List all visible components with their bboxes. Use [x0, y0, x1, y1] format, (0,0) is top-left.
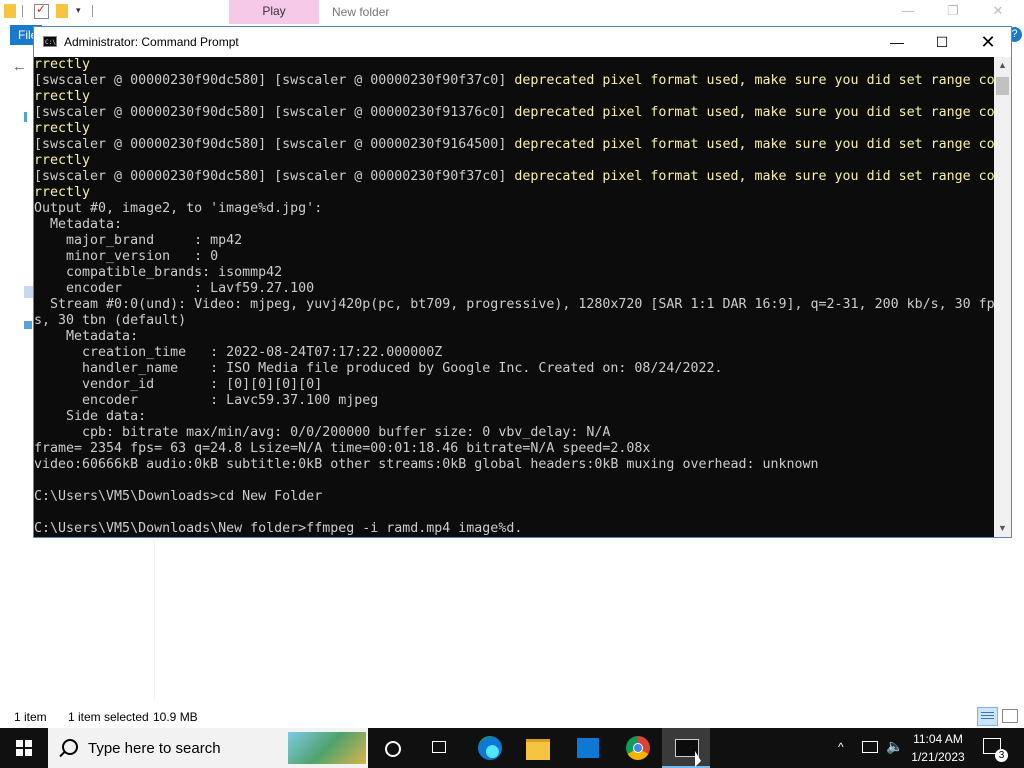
- console-line: rrectly: [34, 57, 91, 72]
- explorer-titlebar: ▾ Play New folder — ❐ ✕: [0, 0, 1024, 24]
- command-prompt-window[interactable]: C:\ Administrator: Command Prompt — ☐ ✕ …: [33, 26, 1012, 538]
- taskbar-clock[interactable]: 11:04 AM 1/21/2023: [906, 730, 970, 766]
- console-line: encoder : Lavc59.37.100 mjpeg: [34, 393, 379, 408]
- taskbar-search-box[interactable]: Type here to search: [48, 728, 368, 768]
- toolbar-separator: [22, 5, 23, 17]
- windows-logo-icon: [16, 740, 32, 756]
- task-view-icon: [432, 741, 446, 753]
- cmd-close-button[interactable]: ✕: [965, 27, 1011, 57]
- cmd-title: Administrator: Command Prompt: [64, 35, 239, 49]
- scroll-down-arrow-icon[interactable]: ▼: [994, 520, 1011, 537]
- new-folder-icon[interactable]: [56, 4, 68, 18]
- console-line: Stream #0:0(und): Video: mjpeg, yuvj420p…: [34, 297, 994, 312]
- cortana-icon: [385, 741, 401, 757]
- search-placeholder: Type here to search: [88, 740, 221, 757]
- nav-pane-divider: [154, 540, 155, 700]
- status-item-count: 1 item: [14, 710, 47, 724]
- console-line: rrectly: [34, 121, 91, 136]
- cmd-console-output[interactable]: rrectly [swscaler @ 00000230f90dc580] [sw…: [34, 57, 994, 537]
- console-line: creation_time : 2022-08-24T07:17:22.0000…: [34, 345, 443, 360]
- explorer-minimize-button[interactable]: —: [893, 2, 923, 20]
- console-line: s, 30 tbn (default): [34, 313, 187, 328]
- console-line: rrectly: [34, 185, 91, 200]
- toolbar-separator: [92, 5, 93, 17]
- console-line: Metadata:: [34, 217, 123, 232]
- console-line: vendor_id : [0][0][0][0]: [34, 377, 323, 392]
- store-icon: [577, 738, 599, 758]
- explorer-title: New folder: [332, 5, 390, 19]
- cmd-vertical-scrollbar[interactable]: ▲ ▼: [994, 57, 1011, 537]
- search-icon: [62, 739, 78, 755]
- chrome-icon: [626, 736, 650, 760]
- scrollbar-thumb[interactable]: [996, 77, 1009, 95]
- network-icon[interactable]: [862, 741, 878, 753]
- ribbon-tab-play[interactable]: Play: [229, 0, 319, 24]
- store-taskbar-button[interactable]: [564, 728, 612, 768]
- console-line: handler_name : ISO Media file produced b…: [34, 361, 723, 376]
- chrome-taskbar-button[interactable]: [614, 728, 662, 768]
- cmd-maximize-button[interactable]: ☐: [919, 27, 965, 57]
- console-lines: rrectly [swscaler @ 00000230f90dc580] [sw…: [34, 57, 994, 537]
- mouse-cursor-icon: [695, 751, 701, 767]
- console-line: minor_version : 0: [34, 249, 219, 264]
- task-view-button[interactable]: [416, 728, 464, 768]
- properties-icon[interactable]: [34, 2, 49, 19]
- large-icons-view-icon[interactable]: [1002, 709, 1018, 723]
- explorer-close-button[interactable]: ✕: [983, 2, 1013, 20]
- cmd-minimize-button[interactable]: —: [874, 27, 920, 57]
- command-prompt-taskbar-button[interactable]: [662, 728, 710, 768]
- status-size: 10.9 MB: [153, 710, 198, 724]
- console-line: video:60666kB audio:0kB subtitle:0kB oth…: [34, 457, 819, 472]
- console-line: [swscaler @ 00000230f90dc580] [swscaler …: [34, 169, 994, 184]
- console-line: Side data:: [34, 409, 147, 424]
- edge-taskbar-button[interactable]: [466, 728, 514, 768]
- clock-date: 1/21/2023: [911, 750, 965, 764]
- console-line: C:\Users\VM5\Downloads>cd New Folder: [34, 489, 323, 504]
- command-prompt-icon[interactable]: C:\: [43, 36, 57, 47]
- customize-quick-access-icon[interactable]: ▾: [76, 5, 86, 15]
- console-line: C:\Users\VM5\Downloads\New folder>ffmpeg…: [34, 521, 523, 536]
- notification-count-badge: 3: [995, 749, 1008, 762]
- cmd-titlebar[interactable]: C:\ Administrator: Command Prompt — ☐ ✕: [34, 27, 1011, 57]
- volume-icon[interactable]: 🔈: [886, 738, 903, 755]
- console-line: [swscaler @ 00000230f90dc580] [swscaler …: [34, 105, 994, 120]
- console-line: frame= 2354 fps= 63 q=24.8 Lsize=N/A tim…: [34, 441, 651, 456]
- clock-time: 11:04 AM: [913, 732, 963, 746]
- show-hidden-icons-chevron-icon[interactable]: ^: [838, 740, 844, 754]
- console-line: rrectly: [34, 89, 91, 104]
- status-selected: 1 item selected: [68, 710, 149, 724]
- console-line: compatible_brands: isommp42: [34, 265, 283, 280]
- details-view-icon[interactable]: [977, 707, 998, 726]
- console-line: Output #0, image2, to 'image%d.jpg':: [34, 201, 323, 216]
- file-explorer-taskbar-button[interactable]: [514, 728, 562, 768]
- folder-icon[interactable]: [4, 4, 16, 18]
- explorer-restore-button[interactable]: ❐: [938, 2, 968, 20]
- scroll-up-arrow-icon[interactable]: ▲: [994, 57, 1011, 74]
- nav-pane-icon[interactable]: [24, 112, 27, 122]
- nav-pane-icon[interactable]: [24, 321, 32, 329]
- start-button[interactable]: [0, 728, 48, 768]
- console-line: [swscaler @ 00000230f90dc580] [swscaler …: [34, 73, 994, 88]
- explorer-status-bar: 1 item 1 item selected 10.9 MB: [0, 706, 1024, 728]
- console-line: major_brand : mp42: [34, 233, 243, 248]
- search-highlight-image[interactable]: [288, 732, 366, 764]
- file-explorer-icon: [526, 739, 550, 760]
- console-line: cpb: bitrate max/min/avg: 0/0/200000 buf…: [34, 425, 611, 440]
- console-line: encoder : Lavf59.27.100: [34, 281, 315, 296]
- edge-icon: [478, 736, 502, 760]
- console-line: Metadata:: [34, 329, 139, 344]
- console-line: rrectly: [34, 153, 91, 168]
- back-arrow-icon[interactable]: ←: [12, 58, 27, 75]
- cortana-button[interactable]: [368, 728, 416, 768]
- console-line: [swscaler @ 00000230f90dc580] [swscaler …: [34, 137, 994, 152]
